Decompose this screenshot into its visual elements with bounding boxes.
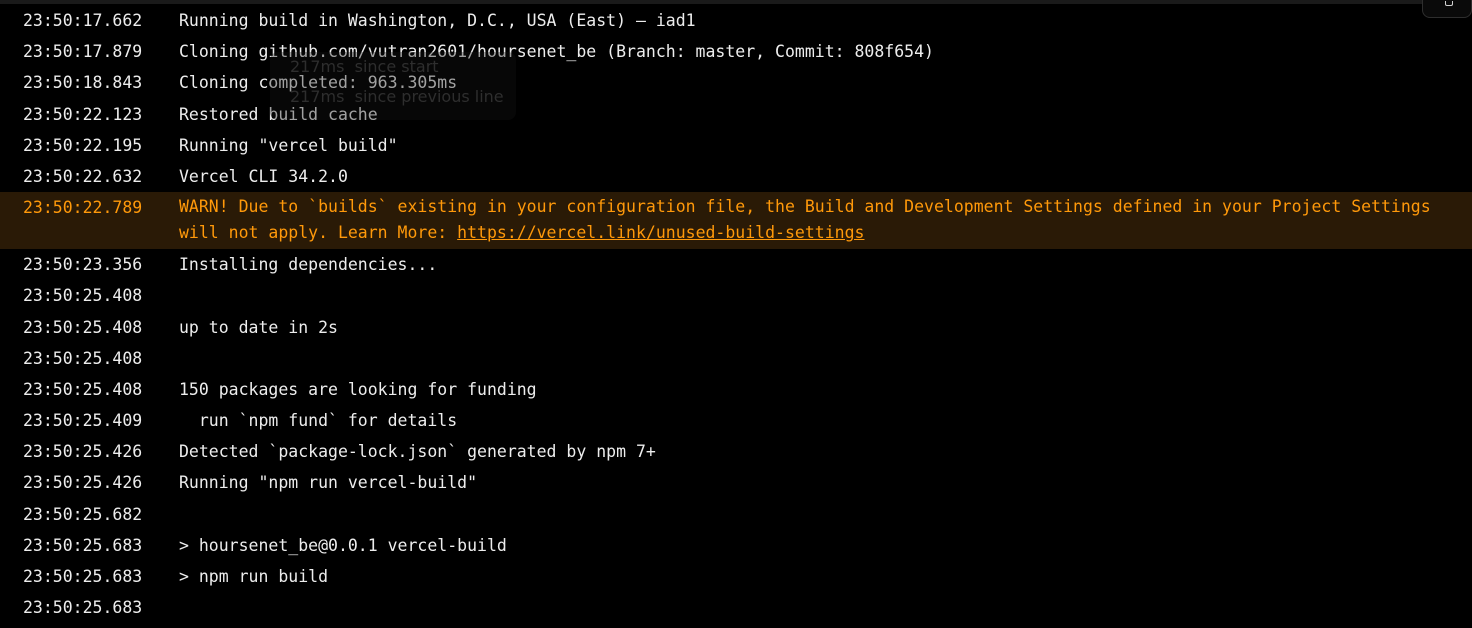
log-line: 23:50:22.123 Restored build cache (0, 99, 1472, 130)
unused-build-settings-link[interactable]: https://vercel.link/unused-build-setting… (457, 223, 864, 242)
top-divider (0, 0, 1472, 4)
log-timestamp[interactable]: 23:50:25.426 (0, 436, 179, 467)
log-timestamp[interactable]: 23:50:25.683 (0, 561, 179, 592)
log-message: run `npm fund` for details (179, 411, 458, 431)
log-message: Cloning github.com/vutran2601/hoursenet_… (179, 42, 934, 62)
log-message: Running "vercel build" (179, 135, 398, 155)
log-timestamp[interactable]: 23:50:23.356 (0, 249, 179, 280)
log-timestamp[interactable]: 23:50:25.426 (0, 467, 179, 498)
log-message: Running "npm run vercel-build" (179, 473, 478, 493)
log-line: 23:50:25.408 up to date in 2s (0, 312, 1472, 343)
log-message: Cloning completed: 963.305ms (179, 73, 458, 93)
log-line: 23:50:25.683 > npm run build (0, 561, 1472, 592)
log-line: 23:50:22.632 Vercel CLI 34.2.0 (0, 161, 1472, 192)
log-line: 23:50:25.683 (0, 592, 1472, 623)
log-line: 23:50:25.682 (0, 499, 1472, 530)
log-message: up to date in 2s (179, 317, 338, 337)
log-timestamp[interactable]: 23:50:17.879 (0, 36, 179, 67)
log-timestamp[interactable]: 23:50:18.843 (0, 67, 179, 98)
log-timestamp[interactable]: 23:50:25.408 (0, 280, 179, 311)
log-timestamp[interactable]: 23:50:25.409 (0, 405, 179, 436)
log-line: 23:50:23.356 Installing dependencies... (0, 249, 1472, 280)
warning-message: WARN! Due to `builds` existing in your c… (179, 192, 1472, 246)
log-message: Running build in Washington, D.C., USA (… (179, 11, 696, 30)
log-line: 23:50:25.426 Detected `package-lock.json… (0, 436, 1472, 467)
log-line: 23:50:25.409 run `npm fund` for details (0, 405, 1472, 436)
log-timestamp[interactable]: 23:50:17.662 (0, 5, 179, 36)
log-timestamp[interactable]: 23:50:25.408 (0, 312, 179, 343)
log-timestamp[interactable]: 23:50:22.195 (0, 130, 179, 161)
log-timestamp[interactable]: 23:50:25.683 (0, 592, 179, 623)
log-timestamp[interactable]: 23:50:22.632 (0, 161, 179, 192)
log-timestamp[interactable]: 23:50:22.789 (0, 192, 179, 223)
log-message: Detected `package-lock.json` generated b… (179, 442, 656, 462)
log-line: 23:50:25.408 150 packages are looking fo… (0, 374, 1472, 405)
log-timestamp[interactable]: 23:50:22.123 (0, 99, 179, 130)
log-timestamp[interactable]: 23:50:25.408 (0, 374, 179, 405)
log-message: 150 packages are looking for funding (179, 379, 537, 399)
build-log-view: 23:50:17.662 Running build in Washington… (0, 0, 1472, 628)
log-lines: 23:50:17.662 Running build in Washington… (0, 5, 1472, 623)
log-message: Installing dependencies... (179, 255, 438, 275)
log-line-warning: 23:50:22.789 WARN! Due to `builds` exist… (0, 192, 1472, 250)
log-message: Vercel CLI 34.2.0 (179, 166, 348, 186)
log-line: 23:50:17.662 Running build in Washington… (0, 5, 1472, 36)
log-line: 23:50:22.195 Running "vercel build" (0, 130, 1472, 161)
log-message: > npm run build (179, 567, 329, 586)
log-line: 23:50:18.843 Cloning completed: 963.305m… (0, 67, 1472, 98)
log-line: 23:50:25.683 > hoursenet_be@0.0.1 vercel… (0, 530, 1472, 561)
log-line: 23:50:25.408 (0, 280, 1472, 311)
log-timestamp[interactable]: 23:50:25.682 (0, 499, 179, 530)
log-message: > hoursenet_be@0.0.1 vercel-build (179, 535, 507, 555)
log-line: 23:50:17.879 Cloning github.com/vutran26… (0, 36, 1472, 67)
log-message: Restored build cache (179, 104, 378, 124)
log-line: 23:50:25.426 Running "npm run vercel-bui… (0, 467, 1472, 498)
log-line: 23:50:25.408 (0, 343, 1472, 374)
log-timestamp[interactable]: 23:50:25.408 (0, 343, 179, 374)
log-timestamp[interactable]: 23:50:25.683 (0, 530, 179, 561)
